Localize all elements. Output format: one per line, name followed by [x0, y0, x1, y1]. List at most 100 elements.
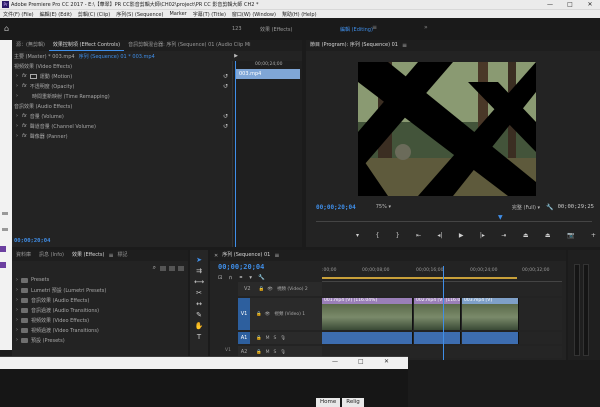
- mute-button[interactable]: M: [266, 350, 270, 355]
- step-forward-icon[interactable]: |▸: [480, 232, 485, 239]
- program-scrub-bar[interactable]: ▼: [316, 214, 592, 222]
- effect-row-volume[interactable]: › fx 音量 (Volume) ↺: [12, 111, 232, 121]
- reset-icon[interactable]: ↺: [223, 83, 228, 90]
- toggle-sync-lock-icon[interactable]: 🔒: [256, 350, 262, 355]
- tab-markers[interactable]: 標記: [114, 250, 132, 261]
- maximize-button[interactable]: □: [560, 1, 580, 8]
- track-target[interactable]: V1: [238, 298, 250, 330]
- scrub-playhead-icon[interactable]: ▼: [498, 214, 503, 221]
- solo-button[interactable]: S: [274, 336, 277, 341]
- audio-clip[interactable]: [414, 332, 461, 344]
- workspace-tab-123[interactable]: 123: [232, 26, 242, 32]
- audio-clip[interactable]: [322, 332, 413, 344]
- workspace-tab-effects[interactable]: 效果 (Effects): [260, 26, 293, 33]
- razor-tool-icon[interactable]: ✂: [196, 289, 202, 297]
- source-patch-v1[interactable]: V1: [225, 348, 231, 353]
- timeline-ruler[interactable]: :00;00 00;00;08;00 00;00;16;00 00;00;24;…: [322, 266, 562, 282]
- pen-tool-icon[interactable]: ✎: [196, 311, 202, 319]
- fx-icon[interactable]: fx: [22, 83, 27, 89]
- add-marker-icon[interactable]: ▾: [249, 275, 252, 281]
- effects-folder-audio-transitions[interactable]: › 音訊過渡 (Audio Transitions): [12, 305, 188, 315]
- menu-sequence[interactable]: 序列(S) (Sequence): [113, 11, 166, 18]
- track-header-v2[interactable]: V2 🔒 👁 視頻 (Video) 2: [238, 282, 322, 296]
- program-video-frame[interactable]: [358, 62, 536, 196]
- play-icon[interactable]: ▶: [459, 232, 464, 239]
- reset-icon[interactable]: ↺: [223, 123, 228, 130]
- quality-select[interactable]: 完整 (Full) ▾: [512, 204, 540, 211]
- menu-window[interactable]: 窗口(W) (Window): [229, 11, 279, 18]
- timeline-playhead[interactable]: [443, 266, 444, 360]
- overlay-maximize-button[interactable]: □: [358, 358, 364, 365]
- snap-icon[interactable]: ∩: [229, 275, 233, 281]
- tab-program-monitor[interactable]: 節目 (Program): 序列 (Sequence) 01: [306, 40, 402, 51]
- tab-sequence-01[interactable]: 序列 (Sequence) 01: [218, 250, 274, 261]
- reset-icon[interactable]: ↺: [223, 113, 228, 120]
- tab-effect-controls[interactable]: 效果控制項 (Effect Controls): [48, 40, 125, 51]
- wrench-icon[interactable]: 🔧: [546, 204, 553, 211]
- expand-arrow-icon[interactable]: ›: [16, 327, 18, 333]
- panel-menu-icon[interactable]: ≡: [274, 252, 279, 259]
- menu-file[interactable]: 文件(F) (File): [0, 11, 37, 18]
- expand-arrow-icon[interactable]: ›: [16, 277, 18, 283]
- effects-folder-user-presets[interactable]: › 預設 (Presets): [12, 335, 188, 345]
- expand-arrow-icon[interactable]: ›: [16, 317, 18, 323]
- tab-info[interactable]: 訊息 (Info): [35, 250, 68, 261]
- tab-source[interactable]: 源：(無剪輯): [12, 40, 49, 51]
- menu-title[interactable]: 字幕(T) (Title): [190, 11, 229, 18]
- fx-icon[interactable]: fx: [22, 133, 27, 139]
- bit-icon[interactable]: [169, 265, 175, 271]
- toggle-sync-lock-icon[interactable]: 🔒: [256, 336, 262, 341]
- effects-folder-lumetri-presets[interactable]: › Lumetri 預設 (Lumetri Presets): [12, 285, 188, 295]
- go-to-in-icon[interactable]: ⇤: [416, 232, 421, 239]
- work-area-bar[interactable]: [322, 277, 517, 279]
- reset-icon[interactable]: ↺: [223, 73, 228, 80]
- yuv-icon[interactable]: [178, 265, 184, 271]
- mic-icon[interactable]: 🎙: [280, 336, 286, 341]
- toggle-eye-icon[interactable]: 👁: [267, 287, 273, 292]
- workspace-overflow-icon[interactable]: »: [424, 24, 428, 31]
- effect-row-time-remapping[interactable]: › 時間重新映射 (Time Remapping): [12, 91, 232, 101]
- track-select-tool-icon[interactable]: ⇉: [196, 267, 202, 275]
- toggle-sync-lock-icon[interactable]: 🔒: [256, 312, 262, 317]
- solo-button[interactable]: S: [274, 350, 277, 355]
- workspace-tab-editing[interactable]: 編輯 (Editing): [340, 26, 373, 33]
- linked-selection-icon[interactable]: ⚭: [239, 275, 244, 281]
- video-clip[interactable]: 001.mp4 [V] [116.04%]: [322, 298, 413, 330]
- video-clip[interactable]: 002.mp4 [V] [116.04%]: [414, 298, 461, 330]
- overlay-minimize-button[interactable]: —: [332, 358, 338, 365]
- track-lane-v2[interactable]: [322, 282, 562, 296]
- overlay-close-button[interactable]: ✕: [384, 358, 389, 365]
- effects-folder-video-transitions[interactable]: › 視頻過渡 (Video Transitions): [12, 325, 188, 335]
- expand-arrow-icon[interactable]: ›: [16, 93, 18, 99]
- effects-folder-video-effects[interactable]: › 視頻效果 (Video Effects): [12, 315, 188, 325]
- button-editor-icon[interactable]: +: [591, 232, 596, 239]
- toggle-sync-lock-icon[interactable]: 🔒: [259, 287, 265, 292]
- hand-tool-icon[interactable]: ✋: [195, 322, 204, 330]
- search-icon[interactable]: ⌕: [153, 264, 156, 272]
- tab-effects[interactable]: 效果 (Effects): [68, 250, 109, 261]
- step-back-icon[interactable]: ◂|: [437, 232, 442, 239]
- export-frame-icon[interactable]: 📷: [567, 232, 574, 239]
- expand-arrow-icon[interactable]: ›: [16, 287, 18, 293]
- mic-icon[interactable]: 🎙: [280, 350, 286, 355]
- effect-row-channel-volume[interactable]: › fx 聲道音量 (Channel Volume) ↺: [12, 121, 232, 131]
- expand-arrow-icon[interactable]: ›: [16, 307, 18, 313]
- minimize-button[interactable]: —: [540, 1, 560, 8]
- fx-icon[interactable]: fx: [22, 73, 27, 79]
- tab-library[interactable]: 資料庫: [12, 250, 35, 261]
- workspace-menu-icon[interactable]: ≡: [372, 24, 377, 31]
- expand-arrow-icon[interactable]: ›: [16, 73, 18, 79]
- expand-arrow-icon[interactable]: ›: [16, 123, 18, 129]
- lift-icon[interactable]: ⏏: [523, 232, 529, 239]
- track-target[interactable]: A2: [238, 349, 250, 355]
- master-clip-label[interactable]: 主要 (Master) * 003.mp4: [14, 53, 75, 60]
- motion-transform-icon[interactable]: [29, 73, 37, 79]
- timeline-timecode[interactable]: 00;00;20;04: [218, 263, 264, 271]
- panel-menu-icon[interactable]: ≡: [402, 42, 407, 49]
- sequence-clip-label[interactable]: 序列 (Sequence) 01 * 003.mp4: [79, 53, 155, 60]
- close-button[interactable]: ✕: [580, 1, 600, 8]
- effect-controls-mini-timeline[interactable]: 00;00;24;00 003.mp4: [232, 61, 302, 247]
- menu-clip[interactable]: 剪輯(C) (Clip): [75, 11, 113, 18]
- expand-arrow-icon[interactable]: ›: [16, 133, 18, 139]
- expand-arrow-icon[interactable]: ›: [16, 113, 18, 119]
